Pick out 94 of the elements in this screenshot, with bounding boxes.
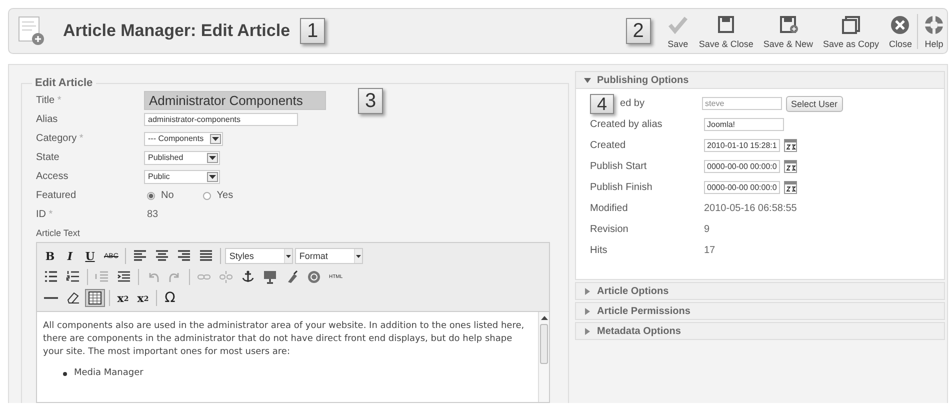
disks-icon	[840, 14, 862, 36]
panel-header[interactable]: Article Permissions	[576, 303, 944, 319]
field-label: Category *	[36, 133, 84, 144]
input-field[interactable]: Joomla!	[704, 118, 784, 131]
toolbar-button[interactable]: Save as Copy	[818, 14, 884, 48]
field-label: Title *	[36, 95, 62, 106]
input-field[interactable]: 0000-00-00 00:00:0	[704, 160, 780, 173]
dropdown[interactable]: Published	[144, 150, 220, 164]
toolbar-button[interactable]: Save & New	[758, 14, 818, 48]
paragraph: All components also are used in the administrator area of your website. In addition to the ones listed here, there are components in the administrator that do not have direct front end displays, but do help shape your site. The most important ones for most users are:	[43, 320, 526, 359]
align-left-icon	[133, 249, 148, 263]
field-label: Modified	[590, 203, 629, 214]
table-icon	[88, 291, 102, 305]
editor-button[interactable]	[85, 289, 105, 307]
outdent-icon	[95, 270, 109, 284]
callout-number: 4	[590, 94, 614, 114]
radio-option[interactable]: Yes	[202, 190, 234, 201]
brush-icon	[285, 270, 299, 284]
scroll-up-icon[interactable]	[540, 316, 548, 320]
calendar-icon[interactable]	[784, 139, 797, 152]
field-label: State	[36, 152, 60, 163]
editor-button[interactable]: I	[61, 247, 79, 265]
triangle-right-icon	[584, 308, 591, 314]
help-icon	[307, 270, 321, 284]
scroll-thumb[interactable]	[540, 324, 548, 364]
field-label: Featured	[36, 190, 78, 201]
editor-button[interactable]: Ω	[161, 289, 179, 307]
field-label: Revision	[590, 224, 630, 235]
toolbar-button[interactable]: Save	[660, 14, 694, 48]
field-value: 9	[704, 224, 710, 235]
field-label: Created	[590, 140, 627, 151]
caret-icon	[209, 174, 216, 178]
field-value: 17	[704, 245, 716, 256]
page-title: Article Manager: Edit Article	[63, 21, 290, 41]
disk-plus-icon	[777, 14, 800, 36]
dropdown[interactable]: Public	[144, 170, 220, 184]
field-label: Publish Start	[590, 161, 648, 172]
indent-icon	[117, 270, 131, 284]
field-label: Article Text	[36, 228, 81, 238]
caret-icon	[286, 254, 292, 258]
field-label: Access	[36, 171, 70, 182]
editor-button[interactable]: B	[41, 247, 59, 265]
input-field[interactable]: 2010-01-10 15:28:1	[704, 139, 780, 152]
calendar-icon[interactable]	[784, 181, 797, 194]
image-icon	[263, 270, 277, 284]
callout-number: 3	[358, 88, 384, 114]
scrollbar[interactable]	[538, 312, 549, 402]
align-right-icon	[177, 249, 192, 263]
field-label: Hits	[590, 245, 608, 256]
toolbar-button[interactable]: Close	[884, 14, 917, 48]
caret-icon	[212, 136, 219, 140]
numbered-list-icon	[66, 270, 80, 284]
toolbar-button[interactable]: Help	[917, 14, 947, 48]
bullet-icon	[63, 372, 67, 376]
article-add-icon	[17, 16, 45, 46]
caret-icon	[356, 254, 362, 258]
lifebuoy-icon	[923, 14, 945, 36]
radio-option[interactable]: No	[147, 190, 174, 201]
select-user-button[interactable]: Select User	[786, 96, 843, 112]
triangle-right-icon	[584, 328, 591, 334]
field-value: 2010-05-16 06:58:55	[704, 203, 797, 214]
caret-icon	[209, 156, 216, 160]
field-label: Alias	[36, 114, 59, 125]
field-label: Publish Finish	[590, 182, 654, 193]
panel-header[interactable]: Publishing Options	[576, 72, 944, 88]
panel-header[interactable]: Metadata Options	[576, 323, 944, 339]
callout-number: 1	[300, 18, 326, 44]
bullet-list-icon	[44, 270, 58, 284]
justify-icon	[199, 249, 214, 263]
input-field[interactable]: 0000-00-00 00:00:0	[704, 181, 780, 194]
field-label: ed by	[620, 98, 646, 109]
field-value: 83	[147, 209, 158, 220]
eraser-icon	[66, 291, 80, 305]
group-title: Edit Article	[32, 77, 96, 89]
input-field[interactable]: Administrator Components	[144, 91, 326, 110]
format-dropdown[interactable]: Styles	[225, 248, 294, 264]
anchor-icon	[241, 270, 255, 284]
calendar-icon[interactable]	[784, 160, 797, 173]
list-item: Media Manager	[74, 367, 144, 380]
input-field[interactable]: administrator-components	[144, 113, 298, 126]
dropdown[interactable]: --- Components	[144, 132, 223, 146]
align-center-icon	[155, 249, 170, 263]
editor-button[interactable]: U	[81, 247, 99, 265]
unlink-icon	[219, 270, 233, 284]
triangle-down-icon	[584, 76, 591, 84]
callout-number: 2	[626, 18, 651, 44]
toolbar-button[interactable]: Save & Close	[694, 14, 758, 48]
panel-header[interactable]: Article Options	[576, 283, 944, 299]
field-label: Created by alias	[590, 119, 664, 130]
triangle-right-icon	[584, 288, 591, 294]
close-icon	[889, 14, 912, 36]
field-label: ID *	[36, 209, 54, 220]
format-dropdown[interactable]: Format	[295, 248, 364, 264]
input-field[interactable]: steve	[702, 97, 782, 110]
